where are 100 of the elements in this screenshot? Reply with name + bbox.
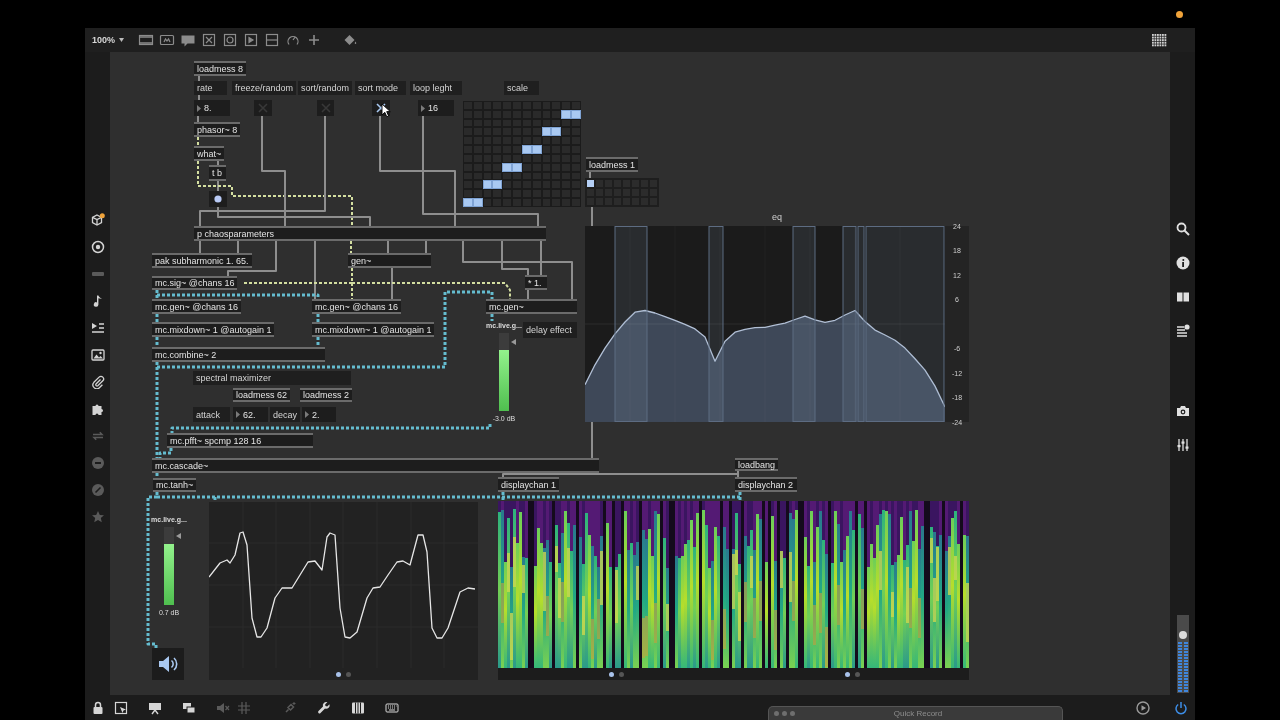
keyboard-icon[interactable]	[385, 700, 399, 715]
matrix-cell[interactable]	[551, 118, 562, 128]
target-icon[interactable]	[90, 240, 105, 254]
matrix-cell[interactable]	[531, 136, 542, 146]
matrix-cell[interactable]	[502, 154, 513, 163]
patcher-object[interactable]: mc.gen~ @chans 16	[152, 299, 241, 314]
patcher-object[interactable]: mc.combine~ 2	[152, 347, 325, 362]
book-icon[interactable]	[1175, 290, 1190, 304]
level-meter[interactable]	[164, 527, 174, 605]
bang-button[interactable]	[209, 191, 227, 207]
patcher-object[interactable]: mc.mixdown~ 1 @autogain 1	[312, 322, 435, 337]
lock-icon[interactable]	[91, 700, 105, 715]
bang-icon[interactable]	[222, 33, 239, 47]
matrix-cell[interactable]	[472, 189, 483, 199]
matrix-cell[interactable]	[482, 180, 493, 190]
cube-icon[interactable]	[90, 213, 105, 227]
filter-band[interactable]	[792, 226, 816, 422]
filter-band[interactable]	[842, 226, 857, 422]
matrix-cell[interactable]	[482, 189, 493, 199]
volume-slider[interactable]	[1176, 615, 1189, 693]
matrix-cell[interactable]	[492, 171, 503, 181]
puzzle-icon[interactable]	[90, 402, 105, 416]
matrix-cell[interactable]	[522, 154, 532, 163]
page-dot-icon[interactable]	[854, 671, 860, 677]
message-box-icon[interactable]	[159, 33, 176, 47]
info-icon[interactable]	[1175, 256, 1190, 270]
matrix-cell[interactable]	[502, 180, 513, 190]
comment-icon[interactable]	[180, 33, 197, 47]
slider-icon[interactable]	[264, 33, 281, 47]
patcher-object[interactable]: what~	[194, 146, 225, 161]
windows-icon[interactable]	[182, 700, 196, 715]
matrix-cell[interactable]	[472, 180, 483, 190]
matrix-cell[interactable]	[551, 136, 562, 146]
dial-icon[interactable]	[285, 33, 302, 47]
matrix-cell[interactable]	[531, 145, 542, 154]
patcher-object[interactable]: loadmess 2	[300, 388, 353, 402]
patcher-object[interactable]: displaychan 1	[498, 477, 560, 492]
number-field[interactable]: 2.	[302, 407, 336, 422]
matrix-cell[interactable]	[571, 109, 581, 119]
patcher-object[interactable]: displaychan 2	[735, 477, 797, 492]
patcher-object[interactable]: loadbang	[735, 458, 779, 471]
piano-icon[interactable]	[351, 700, 365, 715]
filter-band[interactable]	[865, 226, 945, 422]
matrix-cell[interactable]	[587, 180, 594, 187]
number-field[interactable]: 62.	[233, 407, 268, 422]
matrix-control[interactable]	[463, 101, 581, 207]
matrix-cell[interactable]	[463, 189, 473, 199]
paperclip-icon[interactable]	[90, 375, 105, 389]
number-field[interactable]: 8.	[194, 100, 230, 116]
matrix-cell[interactable]	[541, 145, 552, 154]
patcher-object[interactable]: pak subharmonic 1. 65.	[152, 253, 252, 268]
matrix-cell[interactable]	[531, 118, 542, 128]
matrix-cell[interactable]	[492, 180, 503, 190]
matrix-cell[interactable]	[522, 145, 532, 154]
matrix-cell[interactable]	[561, 101, 572, 110]
power-icon[interactable]	[1174, 700, 1188, 715]
filter-band[interactable]	[857, 226, 865, 422]
search-icon[interactable]	[1175, 222, 1190, 236]
toggle-icon[interactable]	[201, 33, 218, 47]
slider-thumb[interactable]	[1178, 631, 1187, 640]
patcher-object[interactable]: loadmess 62	[233, 388, 291, 402]
list-icon[interactable]	[1175, 324, 1190, 338]
level-meter[interactable]	[499, 333, 509, 411]
image-icon[interactable]	[90, 348, 105, 362]
toggle[interactable]	[254, 100, 272, 116]
filter-band[interactable]	[614, 226, 648, 422]
matrix-cell[interactable]	[502, 171, 513, 181]
matrix-cell[interactable]	[551, 127, 562, 137]
play-icon[interactable]	[1136, 700, 1150, 715]
patcher-object[interactable]: p chaosparameters	[194, 226, 546, 241]
matrix-cell[interactable]	[512, 171, 522, 181]
patcher-object[interactable]: loadmess 8	[194, 61, 247, 76]
zoom-dropdown[interactable]: 100%	[92, 35, 125, 45]
matrix-cell[interactable]	[502, 189, 513, 199]
mixer-icon[interactable]	[1175, 438, 1190, 452]
patcher-object[interactable]: phasor~ 8	[194, 122, 241, 137]
patcher-object[interactable]: * 1.	[525, 275, 547, 290]
play-list-icon[interactable]	[90, 321, 105, 335]
toggle[interactable]	[317, 100, 334, 116]
object-box-icon[interactable]	[138, 33, 155, 47]
cursor-square-icon[interactable]	[114, 700, 128, 715]
matrix-cell[interactable]	[561, 118, 572, 128]
patcher-object[interactable]: mc.pfft~ spcmp 128 16	[167, 433, 313, 448]
speaker-button[interactable]	[152, 648, 184, 680]
presentation-icon[interactable]	[148, 700, 162, 715]
matrix-cell[interactable]	[561, 127, 572, 137]
page-dot-icon[interactable]	[619, 671, 624, 677]
page-dot-icon[interactable]	[346, 671, 351, 677]
patcher-object[interactable]: mc.cascade~	[152, 458, 599, 473]
matrix-cell[interactable]	[561, 109, 572, 119]
matrix-cell[interactable]	[551, 101, 562, 110]
matrix-cell[interactable]	[551, 109, 562, 119]
matrix-cell[interactable]	[531, 154, 542, 163]
matrix-cell[interactable]	[463, 198, 473, 207]
matrix-cell[interactable]	[472, 171, 483, 181]
matrix-cell[interactable]	[502, 162, 513, 172]
patcher-object[interactable]: mc.gen~	[486, 299, 577, 314]
patcher-object[interactable]: mc.mixdown~ 1 @autogain 1	[152, 322, 275, 337]
matrix-cell[interactable]	[472, 198, 483, 207]
matrix-cell[interactable]	[541, 154, 552, 163]
